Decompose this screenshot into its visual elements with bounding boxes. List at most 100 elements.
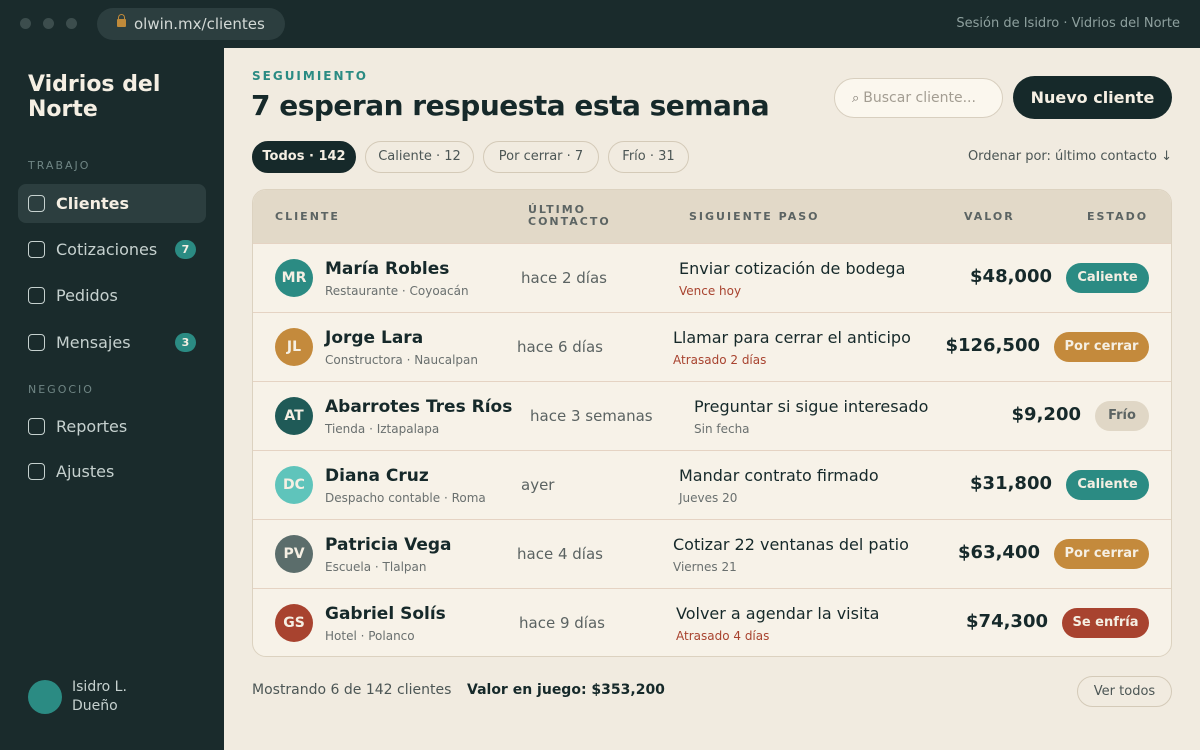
session-label: Sesión de Isidro · Vidrios del Norte (956, 16, 1180, 31)
client-name[interactable]: Gabriel Solís (325, 604, 446, 624)
search-input[interactable]: ⌕ Buscar cliente... (834, 78, 1003, 118)
see-all-button[interactable]: Ver todos (1077, 676, 1172, 707)
filter-chip-por-cerrar[interactable]: Por cerrar · 7 (483, 141, 599, 173)
deal-value: $48,000 (970, 266, 1052, 287)
checkbox-icon (28, 463, 45, 480)
sidebar-item-reportes[interactable]: Reportes (18, 407, 206, 446)
column-header-valor[interactable]: VALOR (964, 211, 1015, 223)
table-row[interactable]: PV Patricia Vega Escuela · Tlalpan hace … (253, 519, 1171, 588)
client-name[interactable]: Diana Cruz (325, 466, 429, 486)
address-bar[interactable]: olwin.mx/clientes (97, 8, 285, 40)
client-detail: Constructora · Naucalpan (325, 353, 478, 367)
sidebar-item-label: Cotizaciones (56, 240, 158, 259)
table-row[interactable]: JL Jorge Lara Constructora · Naucalpan h… (253, 312, 1171, 381)
search-icon: ⌕ (852, 91, 860, 106)
client-detail: Hotel · Polanco (325, 629, 415, 643)
due-note: Jueves 20 (679, 491, 738, 505)
status-badge: Por cerrar (1054, 539, 1149, 569)
user-info[interactable]: Isidro L. Dueño (72, 678, 127, 716)
next-step: Preguntar si sigue interesado (694, 397, 929, 416)
deal-value: $63,400 (958, 542, 1040, 563)
client-detail: Escuela · Tlalpan (325, 560, 427, 574)
client-detail: Despacho contable · Roma (325, 491, 486, 505)
user-role: Dueño (72, 698, 118, 714)
count-badge: 3 (175, 333, 196, 352)
avatar: JL (275, 328, 313, 366)
client-name[interactable]: María Robles (325, 259, 449, 279)
table-header: CLIENTE ÚLTIMO CONTACTO SIGUIENTE PASO V… (253, 190, 1171, 243)
filter-chip-todos[interactable]: Todos · 142 (252, 141, 356, 173)
due-note: Vence hoy (679, 284, 742, 298)
sidebar-item-ajustes[interactable]: Ajustes (18, 452, 206, 491)
status-badge: Frío (1095, 401, 1149, 431)
page-eyebrow: SEGUIMIENTO (252, 69, 368, 83)
next-step: Cotizar 22 ventanas del patio (673, 535, 909, 554)
column-header-siguiente-paso[interactable]: SIGUIENTE PASO (689, 211, 819, 223)
lock-icon (117, 14, 126, 27)
last-contact: hace 2 días (521, 269, 607, 287)
sidebar-item-label: Reportes (56, 417, 128, 436)
search-placeholder: Buscar cliente... (863, 90, 976, 106)
client-name[interactable]: Patricia Vega (325, 535, 452, 555)
window-maximize-dot[interactable] (66, 18, 77, 29)
section-label-business: NEGOCIO (28, 383, 94, 396)
sidebar-item-label: Ajustes (56, 462, 115, 481)
results-count: Mostrando 6 de 142 clientes (252, 682, 452, 698)
sidebar-item-label: Mensajes (56, 333, 131, 352)
client-detail: Tienda · Iztapalapa (325, 422, 440, 436)
due-note: Sin fecha (694, 422, 750, 436)
column-header-ultimo-contacto[interactable]: ÚLTIMO CONTACTO (528, 204, 628, 228)
user-name: Isidro L. (72, 679, 127, 695)
table-row[interactable]: MR María Robles Restaurante · Coyoacán h… (253, 243, 1171, 312)
table-row[interactable]: GS Gabriel Solís Hotel · Polanco hace 9 … (253, 588, 1171, 656)
last-contact: ayer (521, 476, 555, 494)
deal-value: $31,800 (970, 473, 1052, 494)
column-header-estado[interactable]: ESTADO (1087, 211, 1148, 223)
status-badge: Se enfría (1062, 608, 1149, 638)
sidebar-item-label: Clientes (56, 194, 129, 213)
table-row[interactable]: AT Abarrotes Tres Ríos Tienda · Iztapala… (253, 381, 1171, 450)
user-avatar[interactable] (28, 680, 62, 714)
next-step: Enviar cotización de bodega (679, 259, 906, 278)
sidebar-item-pedidos[interactable]: Pedidos (18, 276, 206, 315)
last-contact: hace 9 días (519, 614, 605, 632)
window-minimize-dot[interactable] (43, 18, 54, 29)
due-note: Atrasado 2 días (673, 353, 767, 367)
sort-dropdown[interactable]: Ordenar por: último contacto ↓ (968, 149, 1172, 164)
sidebar-item-cotizaciones[interactable]: Cotizaciones 7 (18, 230, 206, 269)
window-close-dot[interactable] (20, 18, 31, 29)
status-badge: Caliente (1066, 263, 1149, 293)
next-step: Volver a agendar la visita (676, 604, 880, 623)
sidebar-item-label: Pedidos (56, 286, 118, 305)
due-note: Atrasado 4 días (676, 629, 770, 643)
checkbox-icon (28, 418, 45, 435)
due-note: Viernes 21 (673, 560, 737, 574)
page-title: 7 esperan respuesta esta semana (251, 89, 770, 122)
clients-table: CLIENTE ÚLTIMO CONTACTO SIGUIENTE PASO V… (252, 189, 1172, 657)
column-header-cliente[interactable]: CLIENTE (275, 211, 340, 223)
deal-value: $9,200 (1011, 404, 1081, 425)
client-detail: Restaurante · Coyoacán (325, 284, 469, 298)
address-url: olwin.mx/clientes (134, 15, 265, 33)
last-contact: hace 6 días (517, 338, 603, 356)
checkbox-icon (28, 287, 45, 304)
client-name[interactable]: Abarrotes Tres Ríos (325, 397, 512, 417)
sidebar-item-clientes[interactable]: Clientes (18, 184, 206, 223)
checkbox-icon (28, 334, 45, 351)
total-value: Valor en juego: $353,200 (467, 682, 665, 698)
avatar: DC (275, 466, 313, 504)
client-name[interactable]: Jorge Lara (325, 328, 423, 348)
sidebar: Vidrios del Norte TRABAJO Clientes Cotiz… (0, 48, 224, 750)
avatar: PV (275, 535, 313, 573)
brand-name: Vidrios del Norte (28, 72, 161, 122)
count-badge: 7 (175, 240, 196, 259)
filter-chip-frio[interactable]: Frío · 31 (608, 141, 689, 173)
section-label-work: TRABAJO (28, 159, 91, 172)
filter-chip-caliente[interactable]: Caliente · 12 (365, 141, 474, 173)
table-row[interactable]: DC Diana Cruz Despacho contable · Roma a… (253, 450, 1171, 519)
new-client-button[interactable]: Nuevo cliente (1013, 76, 1172, 119)
avatar: GS (275, 604, 313, 642)
sidebar-item-mensajes[interactable]: Mensajes 3 (18, 323, 206, 362)
checkbox-icon (28, 241, 45, 258)
last-contact: hace 4 días (517, 545, 603, 563)
